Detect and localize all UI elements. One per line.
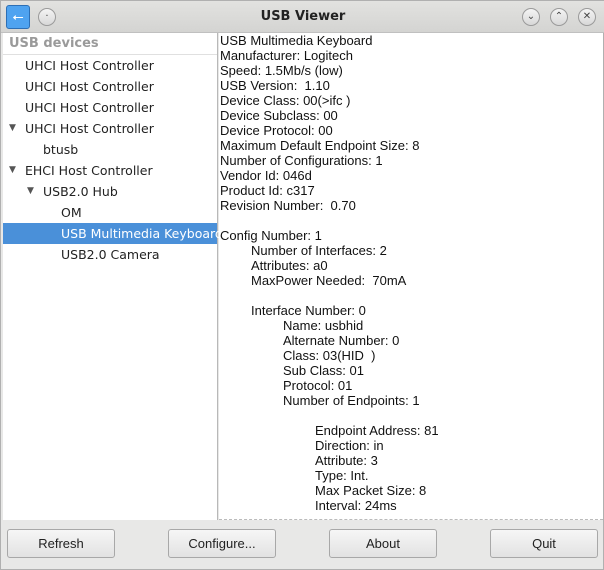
- detail-line: [219, 213, 603, 228]
- tree-item-label: UHCI Host Controller: [25, 58, 154, 73]
- tree-item[interactable]: UHCI Host Controller: [3, 76, 217, 97]
- tree-item[interactable]: UHCI Host Controller: [3, 97, 217, 118]
- detail-line: USB Version: 1.10: [220, 78, 330, 93]
- detail-line: MaxPower Needed: 70mA: [251, 273, 407, 288]
- tree-item[interactable]: ▼ USB2.0 Hub: [3, 181, 217, 202]
- tree-item[interactable]: USB2.0 Camera: [3, 244, 217, 265]
- detail-line: Number of Interfaces: 2: [251, 243, 387, 258]
- device-tree[interactable]: USB devices UHCI Host Controller UHCI Hos…: [3, 33, 223, 520]
- detail-line: Number of Configurations: 1: [220, 153, 383, 168]
- quit-button[interactable]: Quit: [490, 529, 598, 558]
- detail-line: Speed: 1.5Mb/s (low): [220, 63, 343, 78]
- tree-item-label: UHCI Host Controller: [25, 100, 154, 115]
- detail-line: Device Subclass: 00: [220, 108, 338, 123]
- detail-line: Interface Number: 0: [251, 303, 366, 318]
- detail-line: Interval: 24ms: [315, 498, 397, 513]
- detail-line: Device Protocol: 00: [220, 123, 333, 138]
- detail-line: Product Id: c317: [220, 183, 315, 198]
- detail-line: Class: 03(HID ): [283, 348, 376, 363]
- detail-line: Attribute: 3: [315, 453, 378, 468]
- detail-line: Type: Int.: [315, 468, 369, 483]
- device-details: USB Multimedia Keyboard Manufacturer: Log…: [219, 33, 603, 520]
- tree-item[interactable]: btusb: [3, 139, 217, 160]
- detail-line: Vendor Id: 046d: [220, 168, 312, 183]
- expand-arrow-icon[interactable]: ▼: [27, 181, 34, 202]
- detail-line: Endpoint Address: 81: [315, 423, 439, 438]
- tree-item[interactable]: ▼ UHCI Host Controller: [3, 118, 217, 139]
- tree-item-label: OM: [61, 205, 82, 220]
- minimize-button[interactable]: ⌄: [522, 8, 540, 26]
- refresh-button[interactable]: Refresh: [7, 529, 115, 558]
- tree-item-label: EHCI Host Controller: [25, 163, 153, 178]
- tree-item[interactable]: UHCI Host Controller: [3, 55, 217, 76]
- maximize-button[interactable]: ⌃: [550, 8, 568, 26]
- detail-line: Attributes: a0: [251, 258, 328, 273]
- close-button[interactable]: ✕: [578, 8, 596, 26]
- detail-line: Direction: in: [315, 438, 384, 453]
- detail-line: Revision Number: 0.70: [220, 198, 356, 213]
- detail-line: Number of Endpoints: 1: [283, 393, 420, 408]
- window-title: USB Viewer: [260, 9, 346, 24]
- about-button[interactable]: About: [329, 529, 437, 558]
- detail-line: [219, 408, 603, 423]
- expand-arrow-icon[interactable]: ▼: [9, 118, 16, 139]
- detail-line: Device Class: 00(>ifc ): [220, 93, 351, 108]
- tree-item[interactable]: OM: [3, 202, 217, 223]
- detail-line: Maximum Default Endpoint Size: 8: [220, 138, 420, 153]
- tree-item[interactable]: ▼ EHCI Host Controller: [3, 160, 217, 181]
- tree-item-label: UHCI Host Controller: [25, 121, 154, 136]
- configure-button[interactable]: Configure...: [168, 529, 276, 558]
- tree-item-label: USB Multimedia Keyboard: [61, 226, 223, 241]
- tree-item-label: btusb: [43, 142, 79, 157]
- tree-item-label: USB2.0 Camera: [61, 247, 160, 262]
- tree-header: USB devices: [3, 33, 217, 55]
- title-bar: ⭠ · USB Viewer ⌄ ⌃ ✕: [1, 1, 604, 33]
- expand-arrow-icon[interactable]: ▼: [9, 160, 16, 181]
- tree-item[interactable]: USB Multimedia Keyboard: [3, 223, 223, 244]
- detail-line: Name: usbhid: [283, 318, 364, 333]
- tree-item-label: USB2.0 Hub: [43, 184, 118, 199]
- detail-line: Config Number: 1: [220, 228, 322, 243]
- detail-line: Manufacturer: Logitech: [220, 48, 353, 63]
- detail-line: Alternate Number: 0: [283, 333, 400, 348]
- detail-line: Protocol: 01: [283, 378, 353, 393]
- detail-line: [219, 288, 603, 303]
- detail-line: USB Multimedia Keyboard: [220, 33, 373, 48]
- detail-line: Sub Class: 01: [283, 363, 364, 378]
- tree-item-label: UHCI Host Controller: [25, 79, 154, 94]
- detail-line: Max Packet Size: 8: [315, 483, 427, 498]
